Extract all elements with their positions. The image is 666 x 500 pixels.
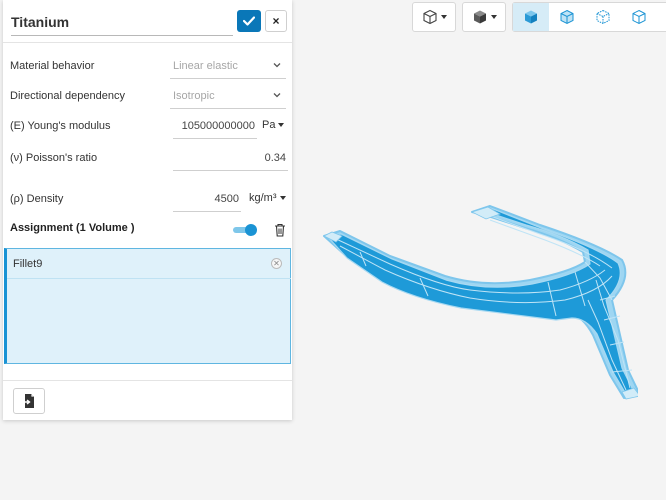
model-body [327, 208, 635, 395]
chevron-down-icon [273, 93, 281, 98]
material-behavior-label: Material behavior [10, 60, 95, 72]
view-wireframe-button[interactable] [585, 3, 621, 31]
material-name-input[interactable] [11, 8, 233, 36]
panel-header: × [3, 0, 292, 43]
cube-wire-icon [596, 9, 610, 25]
trash-icon[interactable] [274, 223, 286, 237]
chevron-down-icon [273, 63, 281, 68]
view-solid-button[interactable] [513, 3, 549, 31]
cube-solid-icon [525, 10, 537, 24]
cube-front-icon [560, 9, 574, 25]
remove-assignment-icon[interactable]: ✕ [271, 258, 282, 269]
view-buttons-group [512, 2, 666, 32]
cube-solid-icon [473, 10, 486, 24]
density-input[interactable]: 4500 [173, 186, 241, 212]
density-label: (ρ) Density [10, 193, 64, 205]
assignment-toggle[interactable] [233, 224, 257, 236]
youngs-modulus-unit-select[interactable]: Pa [262, 119, 285, 131]
cube-outline-icon [422, 9, 437, 25]
confirm-button[interactable] [237, 10, 261, 32]
assignment-list[interactable]: Fillet9 ✕ [4, 248, 291, 364]
caret-down-icon [440, 15, 447, 19]
material-behavior-row: Material behavior Linear elastic [3, 52, 292, 82]
close-icon: × [272, 14, 280, 28]
poissons-ratio-input[interactable]: 0.34 [173, 145, 288, 171]
youngs-modulus-value: 105000000000 [181, 120, 255, 132]
caret-down-icon [278, 123, 285, 127]
import-material-button[interactable] [13, 388, 45, 414]
density-value: 4500 [214, 193, 239, 205]
check-icon [243, 16, 255, 26]
assignment-divider [7, 278, 291, 279]
directional-dependency-select[interactable]: Isotropic [170, 83, 286, 109]
material-behavior-select[interactable]: Linear elastic [170, 53, 286, 79]
poissons-ratio-row: (ν) Poisson's ratio 0.34 [3, 144, 292, 174]
material-panel: × Material behavior Linear elastic Direc… [3, 0, 292, 420]
cube-outline-icon [632, 9, 646, 25]
material-behavior-value: Linear elastic [173, 60, 238, 72]
youngs-modulus-row: (E) Young's modulus 105000000000 Pa [3, 112, 292, 142]
view-solid-edges-button[interactable] [549, 3, 585, 31]
density-unit-select[interactable]: kg/m³ [249, 192, 286, 204]
poissons-ratio-value: 0.34 [264, 152, 286, 164]
cancel-button[interactable]: × [265, 10, 287, 32]
caret-down-icon [490, 15, 497, 19]
assignment-label: Assignment (1 Volume ) [10, 222, 135, 234]
directional-dependency-value: Isotropic [173, 90, 215, 102]
3d-model-viewport[interactable] [318, 200, 638, 405]
toggle-knob [245, 224, 257, 236]
assignment-item[interactable]: Fillet9 [13, 258, 42, 270]
file-import-icon [23, 394, 34, 408]
youngs-modulus-input[interactable]: 105000000000 [173, 113, 257, 139]
directional-dependency-label: Directional dependency [10, 90, 125, 102]
directional-dependency-row: Directional dependency Isotropic [3, 82, 292, 112]
view-transparent-button[interactable] [621, 3, 657, 31]
density-unit: kg/m³ [249, 192, 277, 204]
youngs-modulus-unit: Pa [262, 119, 276, 131]
footer-divider [3, 380, 292, 381]
density-row: (ρ) Density 4500 kg/m³ [3, 185, 292, 215]
caret-down-icon [279, 196, 286, 200]
view-mode-dropdown[interactable] [412, 2, 456, 32]
poissons-ratio-label: (ν) Poisson's ratio [10, 152, 98, 164]
youngs-modulus-label: (E) Young's modulus [10, 120, 111, 132]
render-mode-dropdown[interactable] [462, 2, 506, 32]
